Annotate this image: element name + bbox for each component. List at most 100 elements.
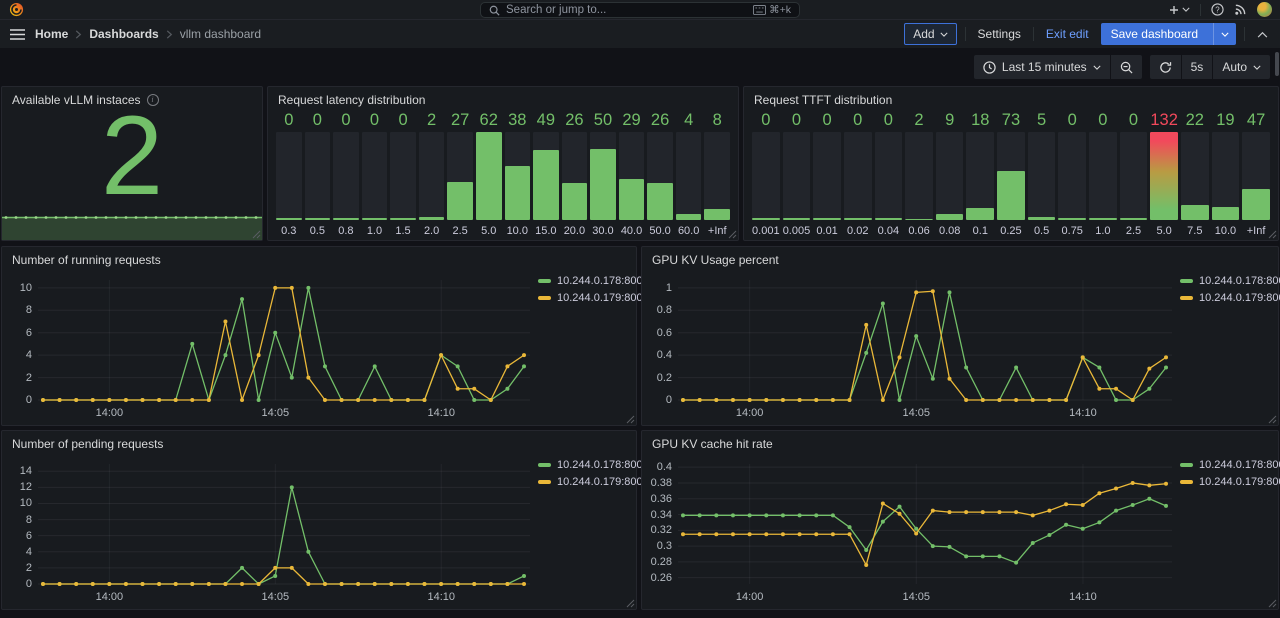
chart-plot-area[interactable] — [38, 273, 530, 404]
panel-title[interactable]: Number of pending requests — [2, 431, 636, 455]
legend-item[interactable]: 10.244.0.179:8000 — [538, 292, 630, 304]
bar-label: 1.0 — [362, 220, 388, 237]
resize-handle[interactable] — [1268, 599, 1277, 608]
bar-+Inf[interactable]: 8+Inf — [704, 111, 730, 237]
panel-title[interactable]: GPU KV cache hit rate — [642, 431, 1278, 455]
refresh-interval-label[interactable]: 5s — [1181, 55, 1213, 79]
divider — [1033, 27, 1034, 41]
bar-7.5[interactable]: 227.5 — [1181, 111, 1209, 237]
bar-1.0[interactable]: 01.0 — [362, 111, 388, 237]
bar-2.5[interactable]: 272.5 — [447, 111, 473, 237]
refresh-button[interactable] — [1150, 55, 1181, 79]
new-button[interactable] — [1168, 4, 1190, 16]
legend-item[interactable]: 10.244.0.179:8000 — [538, 476, 630, 488]
news-button[interactable] — [1234, 3, 1247, 16]
resize-handle[interactable] — [728, 230, 737, 239]
bar-track — [997, 132, 1025, 220]
legend-label: 10.244.0.179:8000 — [1199, 476, 1280, 488]
save-options-caret[interactable] — [1213, 23, 1236, 45]
bar-gauge-ttft[interactable]: 00.00100.00500.0100.0200.0420.0690.08180… — [744, 111, 1278, 240]
chart-plot-area[interactable] — [678, 273, 1172, 404]
bar-label: 0.3 — [276, 220, 302, 237]
settings-button[interactable]: Settings — [974, 23, 1025, 45]
legend-item[interactable]: 10.244.0.179:8000 — [1180, 476, 1272, 488]
resize-handle[interactable] — [626, 599, 635, 608]
bar-value: 50 — [590, 111, 616, 132]
kiosk-mode-button[interactable] — [1253, 31, 1272, 38]
legend-item[interactable]: 10.244.0.178:8000 — [1180, 275, 1272, 287]
panel-title[interactable]: Request latency distribution — [268, 87, 738, 111]
bar-label: 10.0 — [1212, 220, 1240, 237]
bar-2.0[interactable]: 22.0 — [419, 111, 445, 237]
exit-edit-button[interactable]: Exit edit — [1042, 23, 1093, 45]
bar-1.0[interactable]: 01.0 — [1089, 111, 1117, 237]
bar-0.06[interactable]: 20.06 — [905, 111, 933, 237]
legend-item[interactable]: 10.244.0.178:8000 — [538, 459, 630, 471]
bar-0.08[interactable]: 90.08 — [936, 111, 964, 237]
bar-0.3[interactable]: 00.3 — [276, 111, 302, 237]
save-dashboard-button[interactable]: Save dashboard — [1101, 23, 1236, 45]
legend-item[interactable]: 10.244.0.178:8000 — [1180, 459, 1272, 471]
bar-0.25[interactable]: 730.25 — [997, 111, 1025, 237]
time-range-picker[interactable]: Last 15 minutes — [974, 55, 1110, 79]
bar-0.005[interactable]: 00.005 — [783, 111, 811, 237]
bar-0.8[interactable]: 00.8 — [333, 111, 359, 237]
bar-10.0[interactable]: 3810.0 — [505, 111, 531, 237]
chevron-down-icon — [1093, 65, 1101, 70]
search-input[interactable]: Search or jump to... ⌘+k — [480, 2, 800, 18]
resize-handle[interactable] — [252, 230, 261, 239]
legend-item[interactable]: 10.244.0.179:8000 — [1180, 292, 1272, 304]
bar-0.02[interactable]: 00.02 — [844, 111, 872, 237]
bar-1.5[interactable]: 01.5 — [390, 111, 416, 237]
bar-20.0[interactable]: 2620.0 — [562, 111, 588, 237]
bar-track — [844, 132, 872, 220]
legend-swatch — [1180, 463, 1193, 467]
add-button[interactable]: Add — [904, 23, 956, 45]
panel-title[interactable]: Number of running requests — [2, 247, 636, 271]
bar-+Inf[interactable]: 47+Inf — [1242, 111, 1270, 237]
breadcrumb-dashboards[interactable]: Dashboards — [89, 27, 158, 41]
bar-0.1[interactable]: 180.1 — [966, 111, 994, 237]
bar-fill — [875, 218, 903, 220]
menu-icon[interactable] — [10, 29, 25, 40]
bar-label: 1.0 — [1089, 220, 1117, 237]
breadcrumb-home[interactable]: Home — [35, 27, 68, 41]
panel-title[interactable]: Request TTFT distribution — [744, 87, 1278, 111]
bar-15.0[interactable]: 4915.0 — [533, 111, 559, 237]
help-button[interactable]: ? — [1211, 3, 1224, 16]
chart-plot-area[interactable] — [678, 457, 1172, 588]
chart-plot-area[interactable] — [38, 457, 530, 588]
legend-label: 10.244.0.178:8000 — [1199, 275, 1280, 287]
panel-title[interactable]: GPU KV Usage percent — [642, 247, 1278, 271]
bar-0.75[interactable]: 00.75 — [1058, 111, 1086, 237]
auto-refresh-picker[interactable]: Auto — [1212, 55, 1270, 79]
user-avatar[interactable] — [1257, 2, 1272, 17]
bar-0.04[interactable]: 00.04 — [875, 111, 903, 237]
bar-40.0[interactable]: 2940.0 — [619, 111, 645, 237]
bar-0.5[interactable]: 00.5 — [305, 111, 331, 237]
scrollbar-thumb[interactable] — [1275, 52, 1279, 76]
bar-2.5[interactable]: 02.5 — [1120, 111, 1148, 237]
y-tick-label: 8 — [26, 304, 32, 316]
bar-gauge-latency[interactable]: 00.300.500.801.001.522.0272.5625.03810.0… — [268, 111, 738, 240]
bar-0.5[interactable]: 50.5 — [1028, 111, 1056, 237]
bar-60.0[interactable]: 460.0 — [676, 111, 702, 237]
chevron-down-icon — [1221, 32, 1229, 37]
resize-handle[interactable] — [1268, 230, 1277, 239]
chevron-down-icon — [1253, 65, 1261, 70]
zoom-out-button[interactable] — [1110, 55, 1142, 79]
bar-30.0[interactable]: 5030.0 — [590, 111, 616, 237]
bar-5.0[interactable]: 1325.0 — [1150, 111, 1178, 237]
grafana-logo[interactable] — [9, 2, 24, 17]
bar-0.001[interactable]: 00.001 — [752, 111, 780, 237]
search-shortcut: ⌘+k — [769, 4, 791, 16]
bar-fill — [1120, 218, 1148, 220]
bar-5.0[interactable]: 625.0 — [476, 111, 502, 237]
resize-handle[interactable] — [1268, 415, 1277, 424]
resize-handle[interactable] — [626, 415, 635, 424]
legend-swatch — [538, 279, 551, 283]
legend-item[interactable]: 10.244.0.178:8000 — [538, 275, 630, 287]
bar-50.0[interactable]: 2650.0 — [647, 111, 673, 237]
bar-0.01[interactable]: 00.01 — [813, 111, 841, 237]
bar-10.0[interactable]: 1910.0 — [1212, 111, 1240, 237]
